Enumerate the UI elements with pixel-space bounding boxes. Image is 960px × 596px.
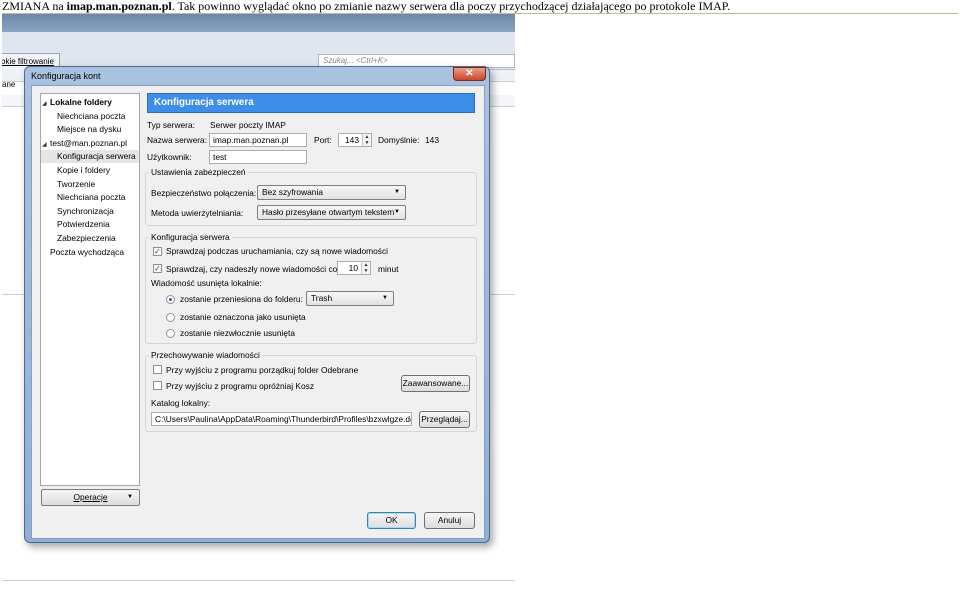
check-every-checkbox[interactable]: ✓ [153, 264, 162, 273]
tree-item-label: Synchronizacja [57, 205, 114, 216]
user-input[interactable]: test [209, 150, 307, 164]
deleted-message-label: Wiadomość usunięta lokalnie: [151, 278, 262, 288]
account-settings-dialog: Konfiguracja kont ✕ ◢ Lokalne foldery Niec… [24, 66, 490, 543]
tree-item[interactable]: Konfiguracja serwera [41, 150, 139, 164]
caption-server-name: imap.man.poznan.pl [66, 0, 172, 13]
divider [2, 580, 515, 581]
chevron-down-icon: ▼ [394, 189, 400, 195]
dialog-content: ◢ Lokalne foldery Niechciana poczta Miejsce… [31, 85, 485, 539]
trash-folder-select[interactable]: Trash ▼ [306, 291, 394, 306]
server-type-label: Typ serwera: [147, 120, 195, 130]
tree-item[interactable]: Potwierdzenia [41, 218, 139, 231]
tree-item[interactable]: Poczta wychodząca [41, 246, 139, 259]
move-to-folder-label: zostanie przeniesiona do folderu: [180, 294, 303, 304]
caption-rest: . Tak powinno wyglądać okno po zmianie n… [171, 0, 731, 13]
security-group-title: Ustawienia zabezpieczeń [149, 167, 248, 177]
tree-item-label: test@man.poznan.pl [50, 137, 127, 148]
spin-arrows-icon[interactable]: ▲ ▼ [361, 262, 370, 274]
background-sidebar-label: ane [2, 80, 16, 89]
port-label: Port: [314, 135, 332, 145]
move-to-folder-radio[interactable] [166, 295, 175, 304]
spin-arrows-icon[interactable]: ▲ ▼ [362, 134, 371, 146]
operations-button-label: Operacje [73, 492, 108, 502]
port-value: 143 [345, 135, 359, 145]
empty-trash-label: Przy wyjściu z programu opróżniaj Kosz [166, 381, 315, 391]
tree-item-label: Niechciana poczta [57, 110, 126, 121]
browse-button[interactable]: Przeglądaj... [419, 411, 470, 428]
tree-item[interactable]: ◢ Lokalne foldery [41, 96, 139, 109]
storage-group-title: Przechowywanie wiadomości [149, 350, 262, 360]
advanced-button[interactable]: Zaawansowane... [401, 375, 470, 392]
server-settings-group-title: Konfiguracja serwera [149, 232, 232, 242]
tree-item[interactable]: Tworzenie [41, 178, 139, 191]
check-startup-checkbox[interactable]: ✓ [153, 247, 162, 256]
delete-immediately-label: zostanie niezwłocznie usunięta [180, 328, 295, 338]
port-stepper[interactable]: 143 ▲ ▼ [338, 133, 372, 147]
tree-item[interactable]: ◢ test@man.poznan.pl [41, 137, 139, 150]
tree-item[interactable]: Synchronizacja [41, 205, 139, 218]
connection-security-value: Bez szyfrowania [262, 187, 323, 197]
delete-immediately-radio[interactable] [166, 329, 175, 338]
tree-item[interactable]: Niechciana poczta [41, 191, 139, 204]
empty-trash-checkbox[interactable] [153, 381, 162, 390]
tree-item-label: Miejsce na dysku [57, 124, 122, 135]
connection-security-label: Bezpieczeństwo połączenia: [151, 188, 257, 198]
cancel-button[interactable]: Anuluj [424, 512, 475, 529]
check-startup-label: Sprawdzaj podczas uruchamiania, czy są n… [166, 246, 389, 256]
chevron-down-icon: ▼ [394, 209, 400, 215]
tree-item[interactable]: Niechciana poczta [41, 110, 139, 123]
compact-inbox-checkbox[interactable] [153, 365, 162, 374]
tree-item[interactable]: Kopie i foldery [41, 164, 139, 177]
tree-item[interactable]: Miejsce na dysku [41, 123, 139, 136]
chevron-down-icon: ▼ [127, 494, 133, 500]
check-interval-stepper[interactable]: 10 ▲ ▼ [337, 261, 371, 275]
account-tree: ◢ Lokalne foldery Niechciana poczta Miejsce… [40, 93, 140, 486]
server-type-value: Serwer poczty IMAP [210, 120, 286, 130]
caption-lead: ZMIANA na [2, 0, 67, 13]
connection-security-select[interactable]: Bez szyfrowania ▼ [257, 185, 406, 200]
ok-button[interactable]: OK [367, 512, 416, 529]
auth-method-value: Hasło przesyłane otwartym tekstem [262, 207, 395, 217]
tree-item-label: Konfiguracja serwera [57, 151, 136, 162]
check-interval-value: 10 [348, 263, 358, 273]
compact-inbox-label: Przy wyjściu z programu porządkuj folder… [166, 365, 359, 375]
operations-button[interactable]: Operacje ▼ [41, 489, 140, 506]
check-every-label: Sprawdzaj, czy nadeszły nowe wiadomości … [166, 264, 338, 274]
mark-deleted-radio[interactable] [166, 313, 175, 322]
auth-method-label: Metoda uwierzytelniania: [151, 208, 244, 218]
tree-item-label: Tworzenie [57, 178, 96, 189]
server-name-input[interactable]: imap.man.poznan.pl [209, 133, 307, 147]
tree-item-label: Lokalne foldery [50, 97, 112, 107]
default-port-label: Domyślnie: [378, 135, 420, 145]
panel-title: Konfiguracja serwera [147, 93, 475, 113]
dialog-title: Konfiguracja kont [31, 71, 101, 81]
document-caption: ZMIANA na imap.man.poznan.pl. Tak powinn… [2, 0, 958, 14]
check-interval-unit: minut [378, 264, 399, 274]
tree-item-label: Kopie i foldery [57, 165, 111, 175]
trash-folder-value: Trash [311, 293, 333, 303]
chevron-down-icon: ▼ [382, 295, 388, 301]
tree-item-label: Poczta wychodząca [50, 246, 125, 257]
background-titlebar [2, 14, 515, 32]
server-name-label: Nazwa serwera: [147, 135, 208, 145]
default-port-value: 143 [425, 135, 439, 145]
tree-item-label: Potwierdzenia [57, 219, 110, 230]
auth-method-select[interactable]: Hasło przesyłane otwartym tekstem ▼ [257, 205, 406, 220]
close-icon[interactable]: ✕ [453, 67, 486, 81]
tree-item[interactable]: Zabezpieczenia [41, 232, 139, 245]
tree-item-label: Niechciana poczta [57, 192, 126, 203]
user-label: Użytkownik: [147, 152, 192, 162]
mark-deleted-label: zostanie oznaczona jako usunięta [180, 312, 306, 322]
tree-item-label: Zabezpieczenia [57, 233, 116, 243]
local-directory-label: Katalog lokalny: [151, 398, 211, 408]
local-directory-input[interactable]: C:\Users\Paulina\AppData\Roaming\Thunder… [151, 412, 412, 426]
